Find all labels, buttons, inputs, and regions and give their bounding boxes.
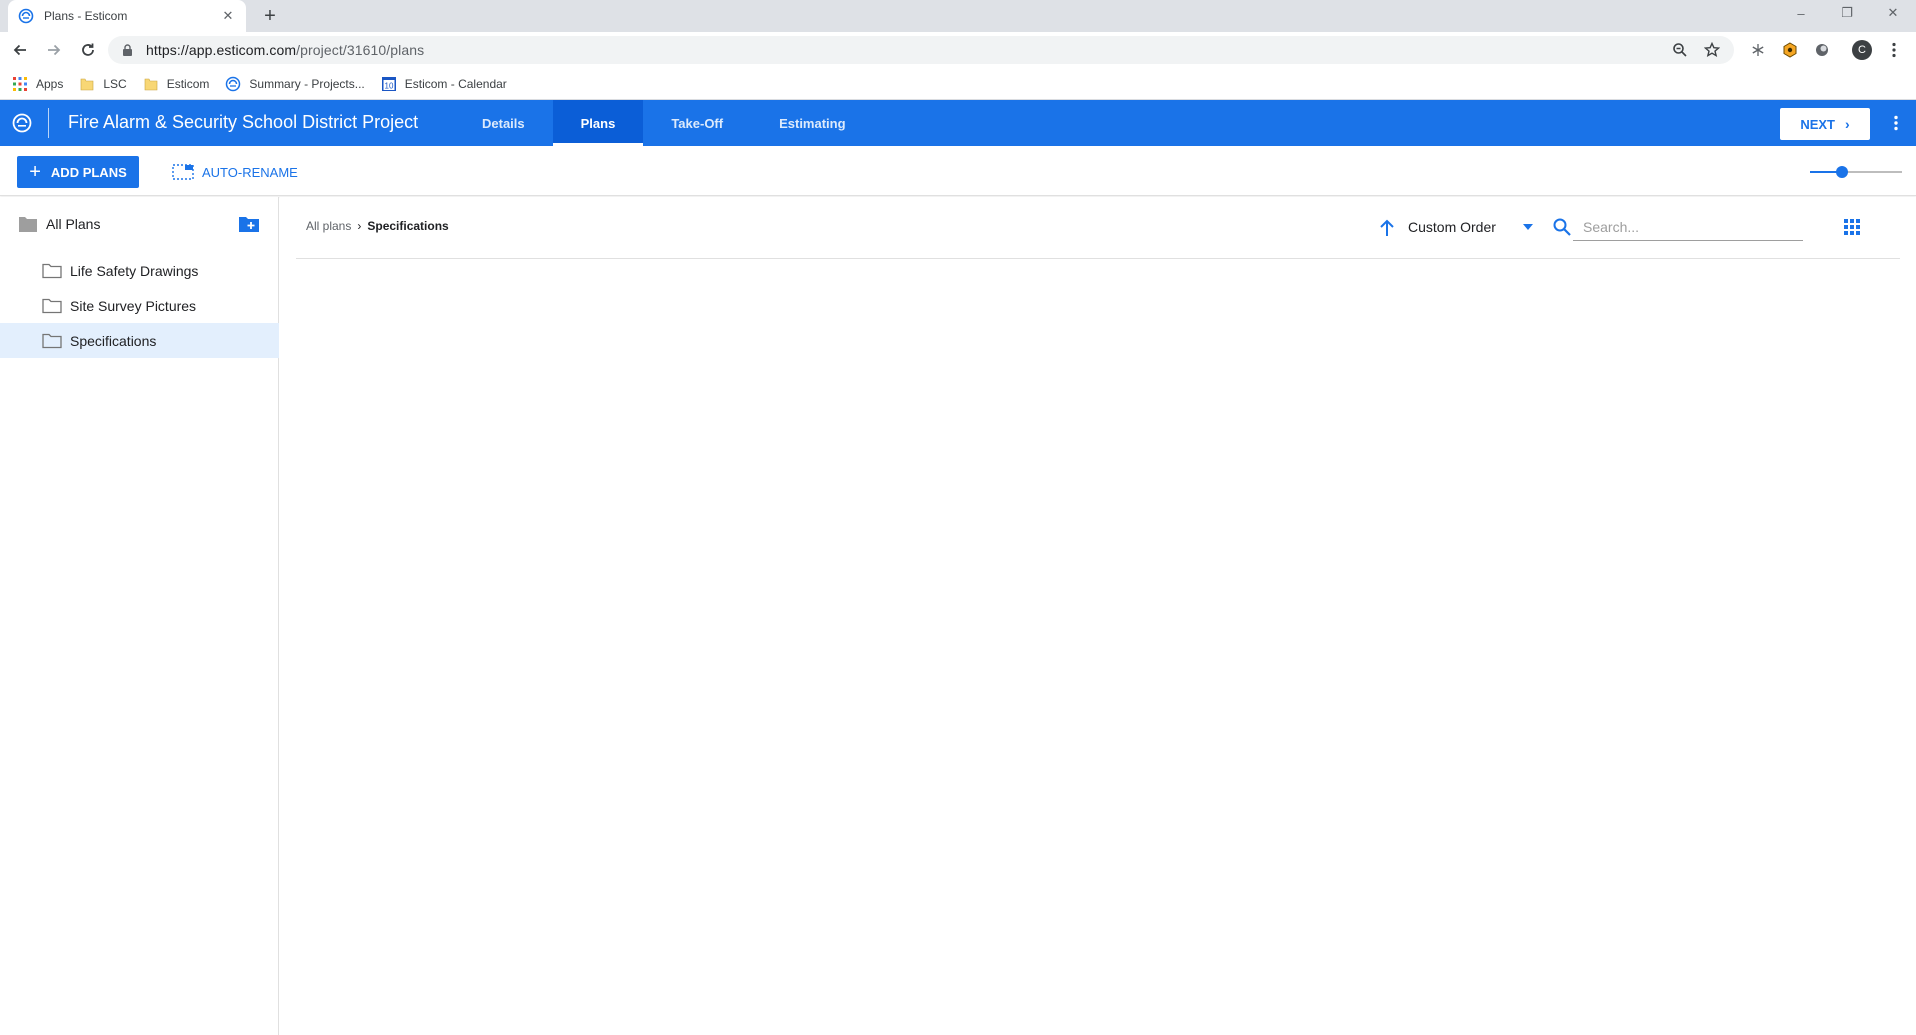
address-url: https://app.esticom.com/project/31610/pl…	[146, 42, 1660, 58]
plans-main: All plans › Specifications Custom Order	[280, 197, 1916, 1035]
new-tab-button[interactable]: +	[258, 4, 282, 28]
auto-rename-button[interactable]: AUTO-RENAME	[172, 156, 298, 188]
bookmark-label: Apps	[36, 76, 64, 91]
add-plans-button[interactable]: + ADD PLANS	[17, 156, 139, 188]
plus-icon: +	[29, 161, 41, 183]
chevron-right-icon: ›	[1845, 116, 1850, 132]
vertical-dots-icon	[1892, 42, 1896, 58]
apps-grid-icon	[12, 76, 28, 92]
plans-toolbar: All plans › Specifications Custom Order	[296, 197, 1900, 259]
sidebar-item-life-safety-drawings[interactable]: Life Safety Drawings	[0, 253, 279, 288]
browser-tab-strip: Plans - Esticom ✕ + – ❐ ✕	[0, 0, 1916, 32]
esticom-logo-icon[interactable]	[10, 111, 34, 135]
url-host: https://app.esticom.com	[146, 42, 297, 58]
folder-list: Life Safety Drawings Site Survey Picture…	[0, 253, 279, 358]
minimize-button[interactable]: –	[1778, 0, 1824, 26]
chrome-menu-button[interactable]	[1880, 36, 1908, 64]
auto-rename-icon	[172, 164, 194, 180]
zoom-slider[interactable]	[1810, 162, 1902, 182]
reload-button[interactable]	[74, 36, 102, 64]
header-divider	[48, 108, 49, 138]
honey-extension-icon[interactable]	[1776, 36, 1804, 64]
arrow-right-icon	[48, 44, 61, 56]
plans-action-bar: + ADD PLANS AUTO-RENAME	[0, 146, 1916, 196]
breadcrumb: All plans › Specifications	[306, 219, 449, 233]
chevron-right-icon: ›	[357, 219, 362, 233]
grid-view-icon[interactable]	[1842, 217, 1862, 237]
back-button[interactable]	[6, 36, 34, 64]
folder-label: Specifications	[70, 332, 157, 349]
url-path: /project/31610/plans	[296, 42, 425, 58]
next-button[interactable]: NEXT ›	[1780, 108, 1870, 140]
bookmark-label: Esticom	[166, 76, 210, 91]
project-title: Fire Alarm & Security School District Pr…	[68, 112, 419, 132]
close-window-button[interactable]: ✕	[1870, 0, 1916, 26]
caret-down-icon[interactable]	[1522, 223, 1534, 231]
browser-toolbar: https://app.esticom.com/project/31610/pl…	[0, 32, 1916, 68]
browser-tab-title: Plans - Esticom	[44, 9, 128, 23]
all-plans-row[interactable]: All Plans	[0, 209, 279, 239]
bookmark-summary-projects[interactable]: Summary - Projects...	[225, 76, 365, 92]
sort-arrow-up-icon[interactable]	[1376, 217, 1398, 239]
bookmark-apps[interactable]: Apps	[12, 76, 63, 92]
esticom-icon	[225, 76, 241, 92]
close-tab-icon[interactable]: ✕	[220, 8, 236, 24]
tab-take-off[interactable]: Take-Off	[643, 100, 751, 146]
folder-outline-icon	[42, 333, 62, 348]
folder-icon	[143, 76, 159, 92]
esticom-favicon-icon	[18, 8, 34, 24]
slider-thumb[interactable]	[1836, 166, 1848, 178]
calendar-icon: 10	[381, 76, 397, 92]
zoom-page-icon[interactable]	[1668, 38, 1692, 62]
bookmark-label: LSC	[103, 76, 127, 91]
sidebar-item-site-survey-pictures[interactable]: Site Survey Pictures	[0, 288, 279, 323]
search-input[interactable]	[1573, 213, 1803, 241]
snowflake-extension-icon[interactable]	[1744, 36, 1772, 64]
lock-icon	[122, 44, 134, 56]
bookmark-lsc[interactable]: LSC	[79, 76, 127, 92]
extension-icons: C	[1740, 36, 1908, 64]
add-plans-label: ADD PLANS	[50, 164, 127, 180]
tab-details[interactable]: Details	[454, 100, 553, 146]
bookmark-esticom-calendar[interactable]: 10 Esticom - Calendar	[381, 76, 507, 92]
profile-avatar[interactable]: C	[1848, 36, 1876, 64]
search-icon	[1553, 218, 1571, 236]
restore-button[interactable]: ❐	[1824, 0, 1870, 26]
address-bar[interactable]: https://app.esticom.com/project/31610/pl…	[108, 36, 1734, 64]
next-button-label: NEXT	[1800, 116, 1835, 132]
bookmark-esticom[interactable]: Esticom	[143, 76, 210, 92]
bookmark-label: Summary - Projects...	[249, 76, 365, 91]
vertical-dots-icon	[1894, 115, 1898, 131]
sort-order-select[interactable]: Custom Order	[1408, 219, 1496, 235]
circle-extension-icon[interactable]	[1808, 36, 1836, 64]
forward-button[interactable]	[40, 36, 68, 64]
folder-icon	[79, 76, 95, 92]
plans-sidebar: All Plans Life Safety Drawings Site Surv…	[0, 197, 279, 1035]
bookmark-label: Esticom - Calendar	[404, 76, 507, 91]
folder-filled-icon	[19, 217, 37, 232]
tab-estimating[interactable]: Estimating	[751, 100, 873, 146]
sidebar-item-specifications[interactable]: Specifications	[0, 323, 279, 358]
new-folder-icon[interactable]	[238, 214, 260, 234]
bookmark-star-icon[interactable]	[1700, 38, 1724, 62]
breadcrumb-all-plans[interactable]: All plans	[306, 219, 351, 233]
bookmarks-bar: Apps LSC Esticom Summary - Projects... 1…	[0, 68, 1916, 100]
reload-icon	[82, 43, 94, 56]
breadcrumb-current: Specifications	[367, 219, 449, 233]
all-plans-label: All Plans	[46, 216, 101, 232]
folder-outline-icon	[42, 263, 62, 278]
folder-label: Site Survey Pictures	[70, 297, 197, 314]
calendar-day: 10	[384, 81, 393, 90]
folder-label: Life Safety Drawings	[70, 262, 199, 279]
arrow-left-icon	[13, 44, 26, 56]
project-tabs: Details Plans Take-Off Estimating	[454, 100, 874, 146]
tab-plans[interactable]: Plans	[552, 100, 644, 146]
app-header: Fire Alarm & Security School District Pr…	[0, 100, 1916, 146]
window-controls: – ❐ ✕	[1778, 0, 1916, 28]
auto-rename-label: AUTO-RENAME	[202, 164, 298, 180]
browser-tab[interactable]: Plans - Esticom ✕	[8, 0, 246, 32]
profile-initial: C	[1852, 40, 1872, 60]
project-menu-button[interactable]	[1884, 111, 1908, 135]
folder-outline-icon	[42, 298, 62, 313]
